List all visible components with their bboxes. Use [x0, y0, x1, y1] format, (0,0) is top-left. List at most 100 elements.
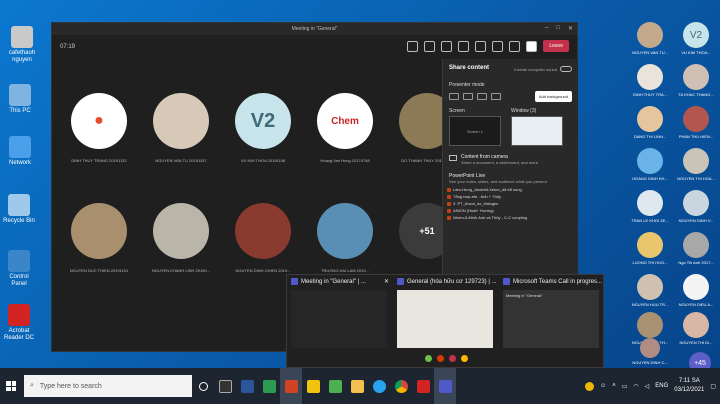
clock[interactable]: 7:11 SA 03/12/2021	[674, 377, 704, 395]
app-icon	[372, 379, 386, 393]
gallery-tile[interactable]: LUONG THI HUO...	[628, 232, 672, 265]
window-thumbnail[interactable]	[511, 116, 563, 146]
gallery-tile[interactable]: V2 VU KIM THOA...	[674, 22, 718, 55]
preview-thumbnail	[291, 290, 387, 348]
desktop-icon-this-pc[interactable]: This PC	[2, 84, 38, 115]
desktop-icon-recycle-bin[interactable]: Recycle Bin	[1, 194, 37, 225]
desktop-icon-user-folder[interactable]: cafethaoh nguyen	[4, 26, 40, 64]
taskbar-app[interactable]	[214, 368, 236, 404]
gallery-name: Ngo Thi Anh 2017...	[678, 260, 714, 265]
camera-icon[interactable]	[492, 40, 504, 52]
participant-tile[interactable]: V2 VU KIM THOA 20191108	[226, 93, 300, 163]
powerpoint-live-subtitle: See your notes, slides, and audience whi…	[449, 179, 547, 184]
close-button[interactable]: ✕	[568, 25, 573, 32]
chat-icon[interactable]	[424, 40, 436, 52]
gallery-tile[interactable]: PHAN THU HIEN...	[674, 106, 718, 139]
desktop-icon-acrobat[interactable]: Acrobat Reader DC	[1, 304, 37, 342]
avatar	[683, 190, 709, 216]
reactions-icon[interactable]	[441, 40, 453, 52]
notifications-icon[interactable]: ▢	[710, 383, 716, 390]
gallery-tile[interactable]: NGUYEN THI HOA...	[674, 148, 718, 181]
more-icon[interactable]	[475, 40, 487, 52]
gallery-tile[interactable]: NGUYEN VAN TU...	[628, 22, 672, 55]
participant-tile[interactable]: ● DINH THUY TRANG 20191132	[62, 93, 136, 163]
powerpoint-icon	[284, 379, 298, 393]
taskbar-app-word[interactable]	[236, 368, 258, 404]
taskbar-app[interactable]	[324, 368, 346, 404]
include-sound-toggle[interactable]	[560, 66, 572, 72]
powerpoint-file[interactable]: Nhóm-5-Minh Anh và Thủy - C-C coupling	[443, 214, 578, 221]
gallery-tile[interactable]: NGUYEN DIEU A...	[674, 274, 718, 307]
participant-name: TRUONG HAI LAM 2019...	[321, 268, 369, 273]
taskbar-app[interactable]	[258, 368, 280, 404]
gallery-tile[interactable]: HOANG DINH KH...	[628, 148, 672, 181]
leave-button[interactable]: Leave	[543, 40, 569, 52]
gallery-tile[interactable]: DINH THUY TRA...	[628, 64, 672, 97]
participants-icon[interactable]	[407, 40, 419, 52]
taskbar-app-explorer[interactable]	[346, 368, 368, 404]
weather-icon[interactable]	[585, 381, 595, 391]
add-background-button[interactable]: Add background	[534, 91, 572, 102]
gallery-name: TRAN LE KHOI ZE...	[631, 218, 669, 223]
powerpoint-file[interactable]: Lâm-Hưng_Andehit-Xeton_dã bổ sung	[443, 186, 578, 193]
taskbar-app-chrome[interactable]	[390, 368, 412, 404]
screen-thumbnail[interactable]: Screen 1	[449, 116, 501, 146]
language-indicator[interactable]: ENG	[655, 383, 668, 389]
presenter-mode-option[interactable]	[477, 93, 487, 100]
gallery-name: DINH THUY TRA...	[632, 92, 667, 97]
share-icon[interactable]	[526, 40, 538, 52]
participant-tile[interactable]: NGUYEN DINH CHIEN 2019...	[226, 203, 300, 273]
taskbar-app-teams[interactable]	[434, 368, 456, 404]
participant-name: DINH THUY TRANG 20191132	[71, 158, 127, 163]
task-view-button[interactable]	[192, 368, 214, 404]
participant-tile[interactable]: TRUONG HAI LAM 2019...	[308, 203, 382, 273]
gallery-tile[interactable]: DANG THI LINH...	[628, 106, 672, 139]
gallery-tile[interactable]: TA KHAC THANG...	[674, 64, 718, 97]
desktop-icon-label: cafethaoh nguyen	[8, 50, 36, 63]
battery-icon[interactable]: ▭	[622, 383, 628, 390]
gallery-name: DANG THI LINH...	[633, 134, 667, 139]
desktop-icon-control-panel[interactable]: Control Panel	[1, 250, 37, 288]
rooms-icon[interactable]	[458, 40, 470, 52]
powerpoint-file[interactable]: ANION (Hoài+ Hương)	[443, 207, 578, 214]
gallery-tile[interactable]: Ngo Thi Anh 2017...	[674, 232, 718, 265]
taskbar-app-powerpoint[interactable]	[280, 368, 302, 404]
gallery-name: VU KIM THOA...	[681, 50, 711, 55]
participant-tile[interactable]: NGUYEN VAN TU 20191157	[144, 93, 218, 163]
preview-close-icon[interactable]: ✕	[384, 278, 389, 285]
taskbar-app[interactable]	[368, 368, 390, 404]
powerpoint-file[interactable]: Tổng hợp-ete - Anh + Thủy	[443, 193, 578, 200]
maximize-button[interactable]: □	[556, 25, 560, 32]
taskbar-app[interactable]	[412, 368, 434, 404]
minimize-button[interactable]: –	[545, 25, 548, 32]
gallery-tile[interactable]: NGUYEN DINH V...	[674, 190, 718, 223]
presenter-mode-option[interactable]	[463, 93, 473, 100]
taskbar-app[interactable]	[302, 368, 324, 404]
gallery-tile[interactable]: TRAN LE KHOI ZE...	[628, 190, 672, 223]
presenter-mode-option[interactable]	[449, 93, 459, 100]
taskbar-search[interactable]: ⌕ Type here to search	[24, 375, 192, 397]
teams-icon	[397, 278, 404, 285]
preview-window[interactable]: Meeting in "General" | ... ✕	[287, 275, 393, 369]
wifi-icon[interactable]: ◠	[633, 383, 638, 390]
preview-window[interactable]: Microsoft Teams Call in progres... Meeti…	[499, 275, 605, 369]
volume-icon[interactable]: ◁	[645, 383, 650, 390]
participant-tile[interactable]: NGUYEN KHANH LINH 20190...	[144, 203, 218, 273]
people-icon[interactable]: ☺	[600, 383, 606, 389]
gallery-tile[interactable]: NGUYEN THI DI...	[674, 312, 718, 345]
app-icon	[416, 379, 430, 393]
gallery-tile[interactable]: NGUYEN DINH C...	[628, 338, 672, 365]
powerpoint-file[interactable]: 3. PT_Ancol_dx_Halogen	[443, 200, 578, 207]
presenter-mode-option[interactable]	[491, 93, 501, 100]
start-button[interactable]	[0, 368, 22, 404]
avatar: Chem	[317, 93, 373, 149]
network-icon	[9, 136, 31, 158]
participant-tile[interactable]: Chem Hoang Van Hung 20174748	[308, 93, 382, 163]
gallery-tile[interactable]: NGUYEN HUU TR...	[628, 274, 672, 307]
desktop-icon-network[interactable]: Network	[2, 136, 38, 167]
participant-tile[interactable]: NGUYEN DUC THIEN 20191101	[62, 203, 136, 273]
mic-icon[interactable]	[509, 40, 521, 52]
window-title: Meeting in "General"	[291, 26, 338, 32]
chevron-up-icon[interactable]: ˄	[612, 383, 616, 389]
participant-name: NGUYEN VAN TU 20191157	[155, 158, 207, 163]
